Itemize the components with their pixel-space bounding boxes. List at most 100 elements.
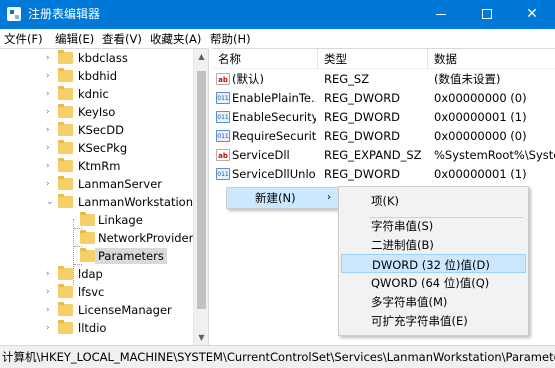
folder-icon xyxy=(58,86,73,100)
expand-arrow-icon[interactable]: › xyxy=(46,106,50,118)
tree-item-ldap[interactable]: › ldap xyxy=(0,265,193,283)
submenu-item-label: 字符串值(S) xyxy=(371,219,434,233)
value-row[interactable]: ab (默认) REG_SZ (数值未设置) xyxy=(212,70,555,88)
value-type: REG_DWORD xyxy=(324,129,401,143)
tree-item-label: KeyIso xyxy=(78,105,116,119)
value-row[interactable]: 011 EnableSecurity... REG_DWORD 0x000000… xyxy=(212,108,555,126)
value-row[interactable]: ab ServiceDll REG_EXPAND_SZ %SystemRoot%… xyxy=(212,146,555,164)
tree-item-lltdio[interactable]: › lltdio xyxy=(0,319,193,337)
tree-item-label: KSecPkg xyxy=(78,141,128,155)
tree-item-kbdhid[interactable]: › kbdhid xyxy=(0,67,193,85)
tree-item-kdnic[interactable]: › kdnic xyxy=(0,85,193,103)
submenu-item-label: 项(K) xyxy=(371,194,400,208)
expand-arrow-icon[interactable]: › xyxy=(46,52,50,64)
value-name: RequireSecurit... xyxy=(232,129,316,143)
submenu-item-string-value[interactable]: 字符串值(S) xyxy=(341,216,526,235)
tree-item-label: LanmanWorkstation xyxy=(78,195,193,209)
expand-arrow-icon[interactable]: › xyxy=(46,70,50,82)
tree-item-label: Linkage xyxy=(98,213,143,227)
tree-item-label: ldap xyxy=(78,267,103,281)
value-data: (数值未设置) xyxy=(434,72,501,86)
registry-tree-pane[interactable]: › kbdclass › kbdhid › kdnic › KeyIso › K… xyxy=(0,48,209,345)
tree-item-kbdclass[interactable]: › kbdclass xyxy=(0,49,193,67)
expand-arrow-icon[interactable]: › xyxy=(46,88,50,100)
folder-icon xyxy=(58,266,73,280)
minimize-icon xyxy=(436,14,446,15)
menu-view[interactable]: 查看(V) xyxy=(102,31,142,47)
folder-icon xyxy=(58,176,73,190)
column-header-type[interactable]: 类型 xyxy=(318,49,428,69)
maximize-button[interactable] xyxy=(464,0,510,29)
context-menu: 新建(N) › xyxy=(226,187,341,209)
context-menu-new-label: 新建(N) xyxy=(255,191,296,205)
tree-item-lfsvc[interactable]: › lfsvc xyxy=(0,283,193,301)
tree-item-keyiso[interactable]: › KeyIso xyxy=(0,103,193,121)
scrollbar-thumb[interactable] xyxy=(197,71,206,309)
tree-item-label: lfsvc xyxy=(78,285,105,299)
tree-item-label: kdnic xyxy=(78,87,109,101)
expand-arrow-icon[interactable]: › xyxy=(46,124,50,136)
folder-icon xyxy=(58,122,73,136)
tree-item-ksecpkg[interactable]: › KSecPkg xyxy=(0,139,193,157)
expand-arrow-icon[interactable]: › xyxy=(46,304,50,316)
submenu-item-label: 二进制值(B) xyxy=(371,238,434,252)
binary-value-icon: 011 xyxy=(216,168,230,180)
value-name: (默认) xyxy=(232,72,264,86)
string-value-icon: ab xyxy=(216,73,230,85)
submenu-item-qword-value[interactable]: QWORD (64 位)值(Q) xyxy=(341,273,526,292)
value-row[interactable]: 011 RequireSecurit... REG_DWORD 0x000000… xyxy=(212,127,555,145)
value-type: REG_SZ xyxy=(324,72,370,86)
title-bar: 注册表编辑器 ✕ xyxy=(0,0,555,29)
registry-path: 计算机\HKEY_LOCAL_MACHINE\SYSTEM\CurrentCon… xyxy=(2,350,555,364)
submenu-item-dword-value[interactable]: DWORD (32 位)值(D) xyxy=(341,254,526,273)
expand-arrow-icon[interactable]: › xyxy=(46,142,50,154)
submenu-item-label: 多字符串值(M) xyxy=(371,295,448,309)
open-folder-icon xyxy=(80,248,95,262)
tree-item-ktmrm[interactable]: › KtmRm xyxy=(0,157,193,175)
expand-arrow-icon[interactable]: › xyxy=(46,178,50,190)
tree-item-licensemanager[interactable]: › LicenseManager xyxy=(0,301,193,319)
tree-item-lanmanserver[interactable]: › LanmanServer xyxy=(0,175,193,193)
folder-icon xyxy=(58,104,73,118)
tree-item-networkprovider[interactable]: NetworkProvider xyxy=(0,229,193,247)
column-header-name[interactable]: 名称 xyxy=(212,49,318,69)
close-button[interactable]: ✕ xyxy=(509,0,555,29)
new-submenu: 项(K) 字符串值(S) 二进制值(B) DWORD (32 位)值(D) QW… xyxy=(338,186,529,336)
menu-favorites[interactable]: 收藏夹(A) xyxy=(150,31,201,47)
column-header-data[interactable]: 数据 xyxy=(428,49,555,69)
submenu-item-expandable-string-value[interactable]: 可扩充字符串值(E) xyxy=(341,311,526,330)
submenu-item-label: DWORD (32 位)值(D) xyxy=(372,258,490,272)
minimize-button[interactable] xyxy=(418,0,464,29)
expand-arrow-icon[interactable]: › xyxy=(46,322,50,334)
submenu-item-label: 可扩充字符串值(E) xyxy=(371,314,468,328)
context-menu-new[interactable]: 新建(N) › xyxy=(227,188,340,208)
menu-file[interactable]: 文件(F) xyxy=(4,31,43,47)
folder-icon xyxy=(58,158,73,172)
folder-icon xyxy=(58,68,73,82)
scroll-up-icon[interactable]: ▲ xyxy=(194,49,208,65)
folder-icon xyxy=(80,212,95,226)
submenu-item-binary-value[interactable]: 二进制值(B) xyxy=(341,235,526,254)
tree-vertical-scrollbar[interactable]: ▲ ▼ xyxy=(193,49,208,345)
scroll-down-icon[interactable]: ▼ xyxy=(194,330,208,345)
submenu-item-key[interactable]: 项(K) xyxy=(341,191,526,210)
tree-item-label: kbdhid xyxy=(78,69,118,83)
value-name: ServiceDll xyxy=(232,148,290,162)
tree-item-parameters[interactable]: Parameters xyxy=(0,247,193,265)
value-row[interactable]: 011 ServiceDllUnlo... REG_DWORD 0x000000… xyxy=(212,165,555,183)
value-data: 0x00000000 (0) xyxy=(434,129,527,143)
folder-icon xyxy=(58,284,73,298)
value-row[interactable]: 011 EnablePlainTe... REG_DWORD 0x0000000… xyxy=(212,89,555,107)
tree-item-lanmanworkstation[interactable]: ⌄ LanmanWorkstation xyxy=(0,193,193,211)
expand-arrow-icon[interactable]: › xyxy=(46,160,50,172)
expand-arrow-icon[interactable]: › xyxy=(46,268,50,280)
tree-item-linkage[interactable]: Linkage xyxy=(0,211,193,229)
menu-help[interactable]: 帮助(H) xyxy=(210,31,251,47)
expand-arrow-icon[interactable]: › xyxy=(46,286,50,298)
submenu-item-multi-string-value[interactable]: 多字符串值(M) xyxy=(341,292,526,311)
menu-edit[interactable]: 编辑(E) xyxy=(55,31,94,47)
folder-icon xyxy=(58,194,73,208)
value-type: REG_DWORD xyxy=(324,167,401,181)
collapse-arrow-icon[interactable]: ⌄ xyxy=(46,196,54,208)
tree-item-ksecdd[interactable]: › KSecDD xyxy=(0,121,193,139)
